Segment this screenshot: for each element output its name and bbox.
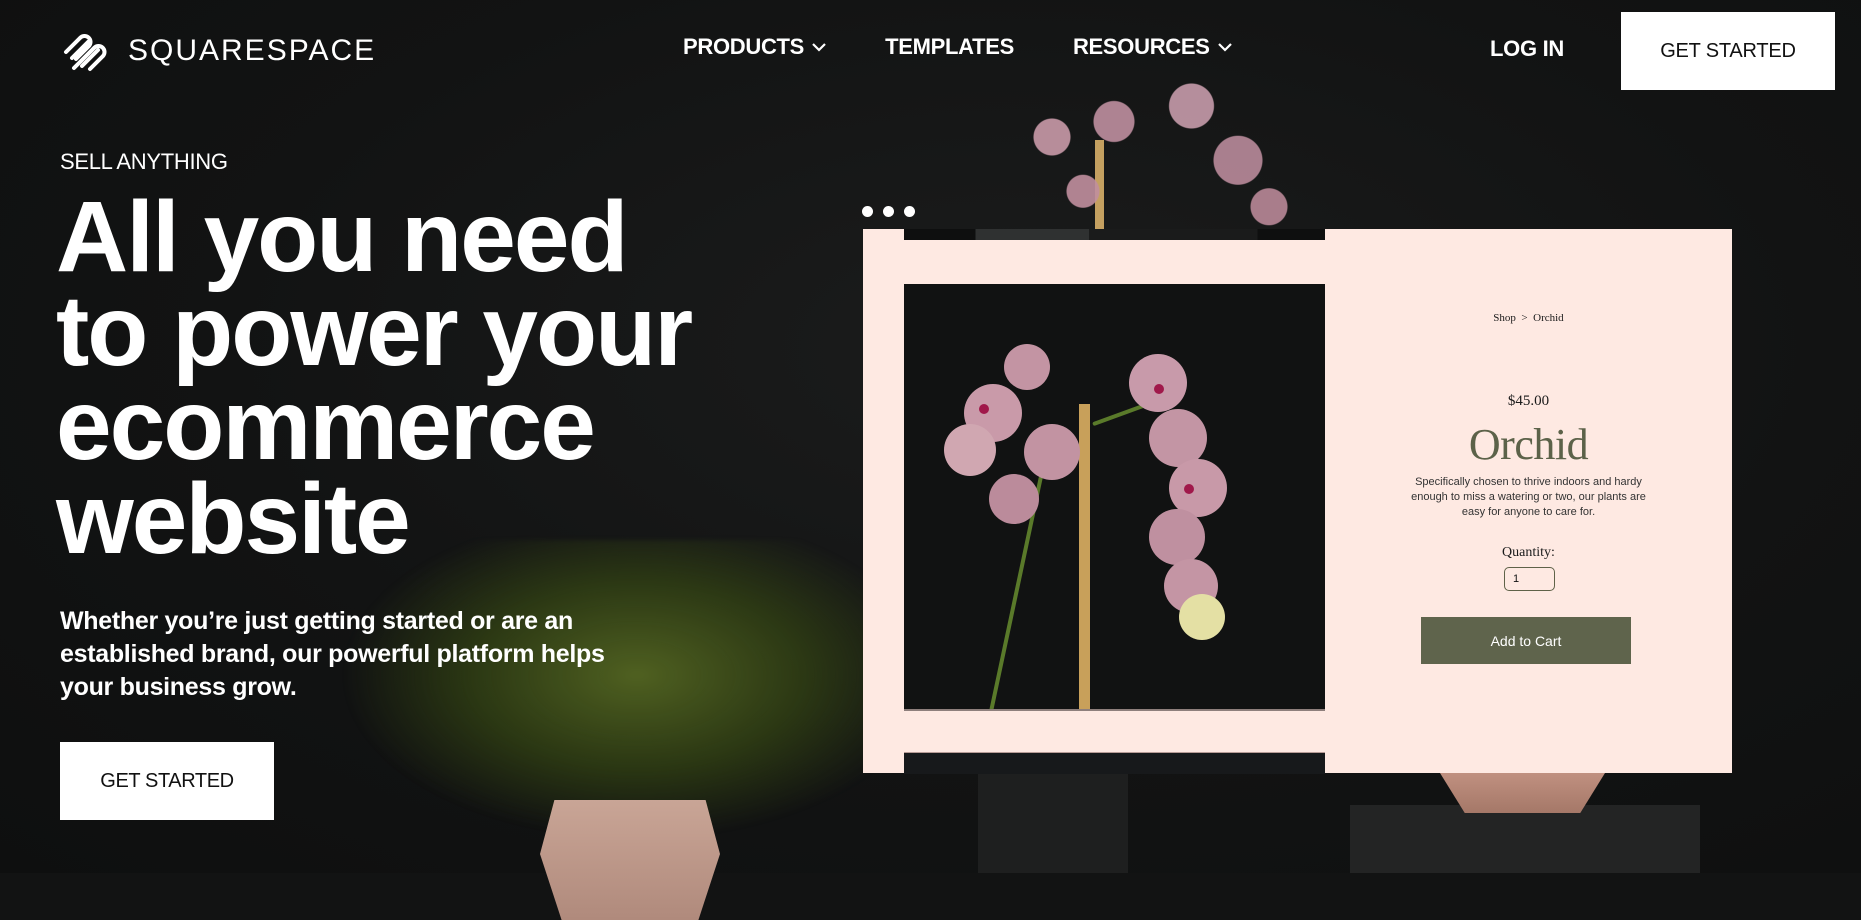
headline-line: to power your: [56, 275, 693, 387]
orchid-product-image: [904, 284, 1325, 711]
header-get-started-button[interactable]: GET STARTED: [1621, 12, 1835, 90]
hero-subhead: Whether you’re just getting started or a…: [60, 607, 605, 701]
product-title: Orchid: [1468, 420, 1589, 469]
brand-name: SQUARESPACE: [128, 34, 377, 67]
orchid-bloom: [1179, 594, 1225, 640]
orchid-lip: [1184, 484, 1194, 494]
orchid-bloom: [989, 474, 1039, 524]
nav-resources[interactable]: RESOURCES: [1073, 34, 1232, 60]
nav-products-label: PRODUCTS: [683, 34, 805, 59]
hero-eyebrow: SELL ANYTHING: [60, 149, 228, 174]
orchid-lip: [979, 404, 989, 414]
squarespace-logo-icon: [64, 34, 107, 71]
orchid-bloom: [1129, 354, 1187, 412]
window-dot-icon: [862, 206, 873, 217]
plant-pot-image: [1440, 773, 1605, 813]
next-image-strip: [904, 752, 1325, 774]
product-page-mockup: Shop > Orchid $45.00 Orchid Specifically…: [863, 229, 1732, 774]
orchid-lip: [1154, 384, 1164, 394]
breadcrumb-current: Orchid: [1533, 312, 1564, 324]
nav-templates[interactable]: TEMPLATES: [885, 34, 1014, 60]
product-breadcrumb: Shop > Orchid: [1325, 312, 1732, 324]
nav-resources-label: RESOURCES: [1072, 34, 1210, 59]
orchid-bloom: [944, 424, 996, 476]
quantity-label: Quantity:: [1502, 545, 1555, 560]
hero-headline: All you need to power your ecommerce web…: [56, 181, 776, 575]
bamboo-stake: [1079, 404, 1090, 709]
product-price: $45.00: [1507, 393, 1550, 409]
add-to-cart-button[interactable]: Add to Cart: [1421, 617, 1631, 664]
breadcrumb-shop-link[interactable]: Shop: [1493, 312, 1516, 324]
main-nav: PRODUCTS TEMPLATES RESOURCES: [683, 34, 1232, 60]
chevron-down-icon: [1217, 43, 1232, 52]
headline-line: ecommerce: [56, 369, 596, 481]
quantity-input[interactable]: [1504, 567, 1555, 591]
headline-line: website: [56, 463, 411, 575]
window-dot-icon: [904, 206, 915, 217]
product-info-panel: Shop > Orchid $45.00 Orchid Specifically…: [1325, 229, 1732, 773]
orchid-flowers-image: [990, 75, 1300, 230]
orchid-bloom: [1024, 424, 1080, 480]
orchid-bloom: [1004, 344, 1050, 390]
hero-get-started-button[interactable]: GET STARTED: [60, 742, 274, 820]
window-dot-icon: [883, 206, 894, 217]
nav-templates-label: TEMPLATES: [885, 34, 1014, 59]
previous-image-strip: [904, 229, 1325, 240]
login-link[interactable]: LOG IN: [1490, 36, 1564, 62]
window-dots: [862, 206, 915, 217]
breadcrumb-separator: >: [1521, 312, 1528, 324]
pedestal-image: [1350, 805, 1700, 873]
orchid-bloom: [1149, 509, 1205, 565]
product-description: Specifically chosen to thrive indoors an…: [1411, 476, 1646, 518]
logo-link[interactable]: SQUARESPACE: [60, 28, 376, 74]
pedestal-image: [978, 773, 1128, 873]
plant-pot-image: [540, 800, 720, 920]
headline-line: All you need: [56, 181, 629, 293]
chevron-down-icon: [812, 43, 826, 52]
nav-products[interactable]: PRODUCTS: [683, 34, 826, 60]
